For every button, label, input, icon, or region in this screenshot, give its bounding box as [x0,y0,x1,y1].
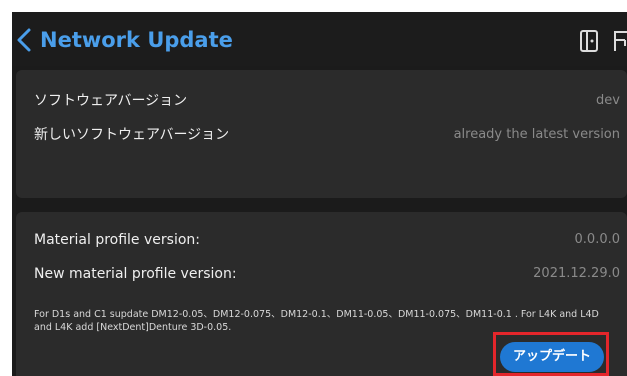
update-button[interactable]: アップデート [500,342,604,372]
new-material-profile-version-value: 2021.12.29.0 [533,266,620,281]
page-title: Network Update [40,28,233,52]
header-bar: Network Update [12,12,627,66]
software-version-value: dev [596,93,620,108]
software-version-panel: ソフトウェアバージョン dev 新しいソフトウェアバージョン already t… [16,70,627,198]
material-profile-version-value: 0.0.0.0 [574,232,620,247]
software-version-label: ソフトウェアバージョン [34,93,188,109]
new-material-profile-version-label: New material profile version: [34,266,237,282]
new-software-version-label: 新しいソフトウェアバージョン [34,127,230,143]
material-profile-version-label: Material profile version: [34,232,200,248]
update-note: For D1s and C1 supdate DM12-0.05、DM12-0.… [34,309,599,333]
app-screen: Network Update ソフトウェアバージョン dev 新しいソフトウェア… [12,12,627,376]
extra-icon[interactable] [612,29,627,53]
door-icon[interactable] [579,29,601,53]
new-software-version-value: already the latest version [453,127,620,142]
chevron-left-icon[interactable] [14,26,36,54]
